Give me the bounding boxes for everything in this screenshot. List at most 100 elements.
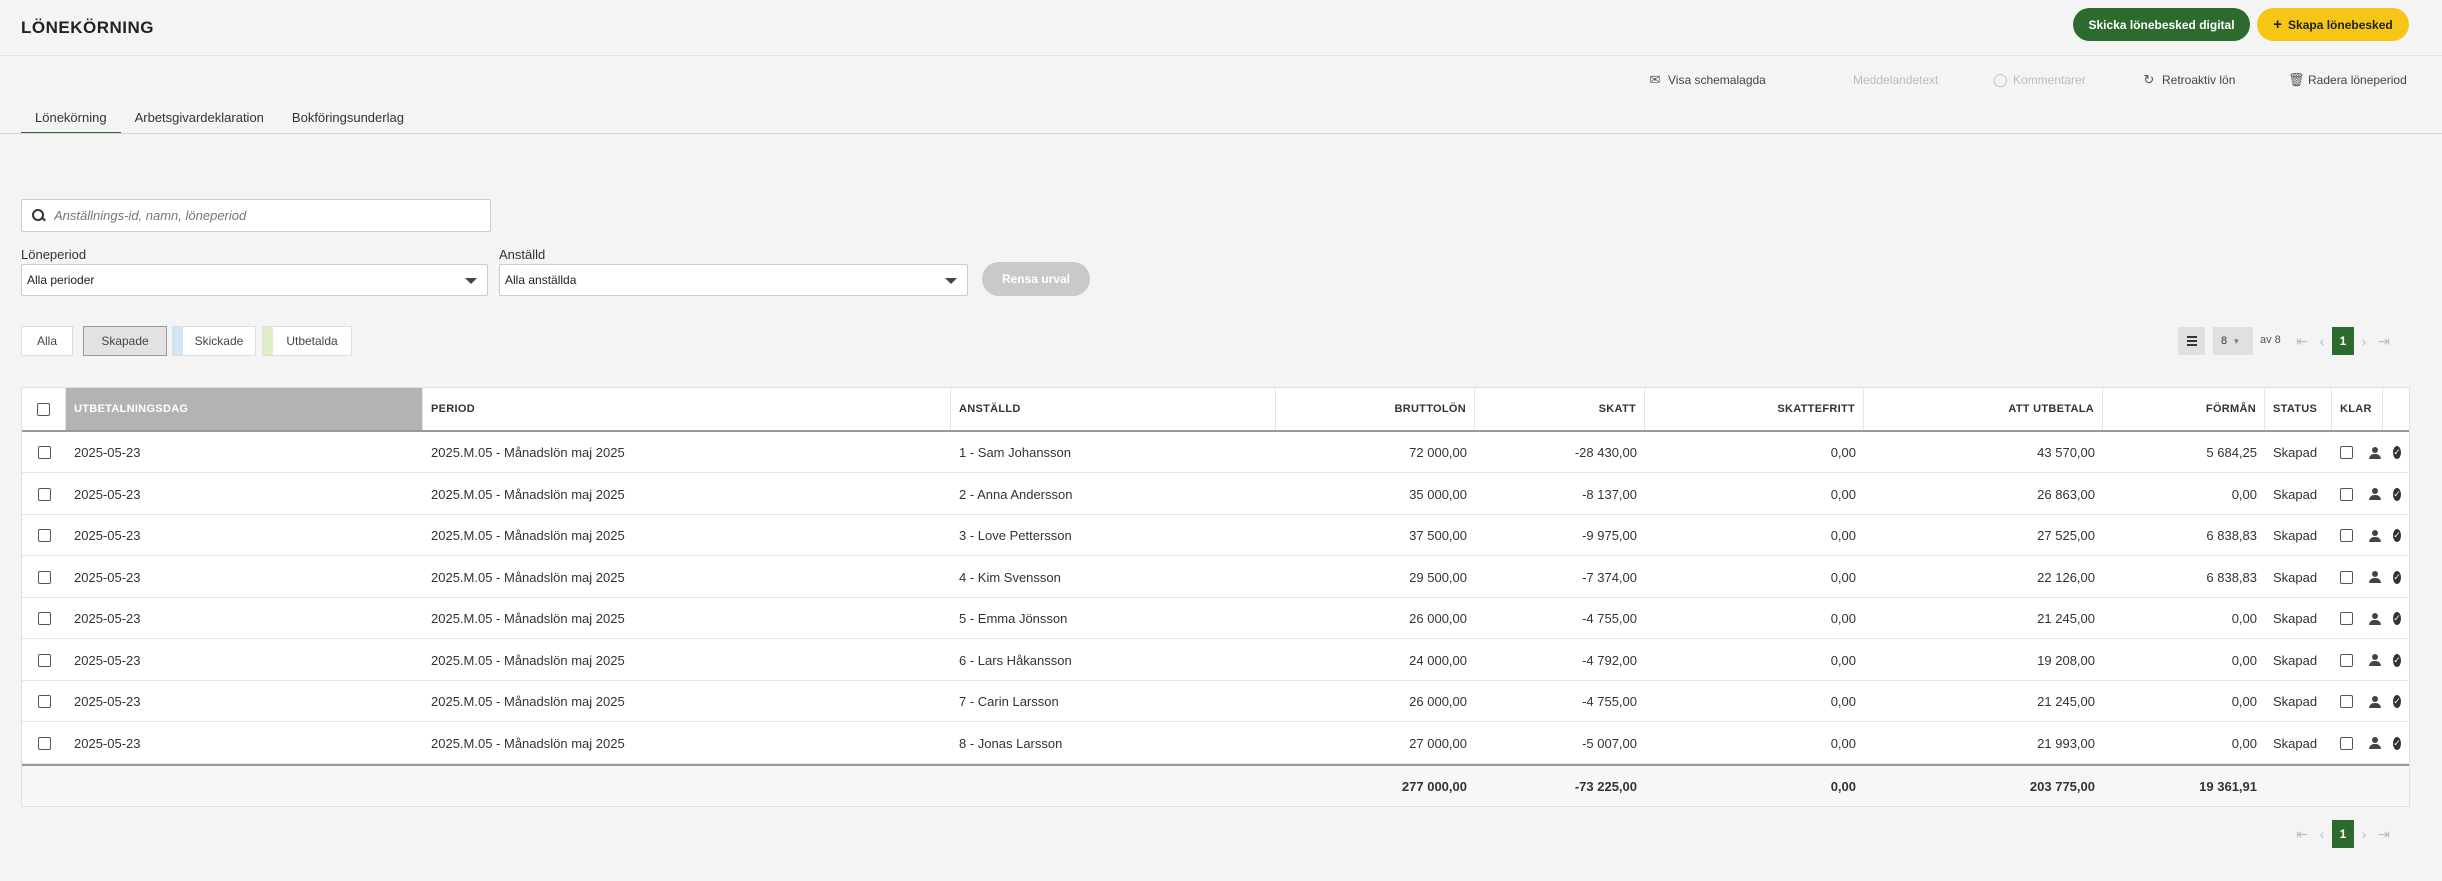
- column-header-net-pay[interactable]: ATT UTBETALA: [1864, 388, 2103, 430]
- done-checkbox[interactable]: [2340, 736, 2353, 750]
- person-icon[interactable]: [2369, 446, 2381, 459]
- taxfree-cell: 0,00: [1830, 569, 1856, 585]
- list-view-button[interactable]: [2178, 327, 2205, 355]
- comment-icon: ◯: [1993, 72, 2008, 87]
- table-row[interactable]: 2025-05-23 2025.M.05 - Månadslön maj 2025…: [22, 598, 2409, 639]
- benefit-cell: 0,00: [2231, 652, 2257, 668]
- check-circle-icon[interactable]: ✓: [2393, 487, 2401, 501]
- person-icon[interactable]: [2369, 488, 2381, 500]
- row-checkbox[interactable]: [37, 446, 51, 459]
- employee-select[interactable]: Alla anställda: [499, 264, 968, 296]
- table-row[interactable]: 2025-05-23 2025.M.05 - Månadslön maj 2025…: [22, 474, 2409, 515]
- approve-cell: ✓: [2385, 474, 2409, 515]
- check-circle-icon[interactable]: ✓: [2393, 736, 2401, 750]
- show-scheduled-action[interactable]: ✉ Visa schemalagda: [1648, 71, 1766, 89]
- row-checkbox[interactable]: [37, 695, 51, 708]
- row-checkbox[interactable]: [37, 529, 51, 542]
- pay-period-select[interactable]: Alla perioder: [21, 264, 488, 296]
- current-page[interactable]: 1: [2332, 327, 2354, 355]
- approve-cell: ✓: [2385, 681, 2409, 722]
- check-circle-icon[interactable]: ✓: [2393, 653, 2401, 667]
- last-page-icon[interactable]: ⇥: [2374, 327, 2394, 355]
- done-checkbox[interactable]: [2340, 446, 2353, 459]
- table-row[interactable]: 2025-05-23 2025.M.05 - Månadslön maj 2025…: [22, 432, 2409, 473]
- employee-cell: 4 - Kim Svensson: [959, 569, 1061, 585]
- row-checkbox[interactable]: [37, 736, 51, 750]
- done-checkbox[interactable]: [2340, 653, 2353, 667]
- benefit-cell: 0,00: [2231, 694, 2257, 709]
- person-icon[interactable]: [2369, 654, 2381, 666]
- delete-pay-period-action[interactable]: 🗑 Radera löneperiod: [2288, 71, 2407, 89]
- row-checkbox[interactable]: [37, 487, 51, 501]
- check-circle-icon[interactable]: ✓: [2393, 695, 2401, 708]
- total-gross: 277 000,00: [1401, 779, 1467, 794]
- prev-page-icon[interactable]: ‹: [2312, 327, 2332, 355]
- payout-date-cell: 2025-05-23: [74, 486, 141, 502]
- tab-accounting-basis[interactable]: Bokföringsunderlag: [278, 100, 418, 134]
- taxfree-cell: 0,00: [1830, 445, 1856, 460]
- table-row[interactable]: 2025-05-23 2025.M.05 - Månadslön maj 2025…: [22, 515, 2409, 556]
- column-header-benefit[interactable]: FÖRMÅN: [2103, 388, 2265, 430]
- done-checkbox[interactable]: [2340, 612, 2353, 625]
- filter-chip-sent[interactable]: Skickade: [172, 326, 256, 356]
- next-page-icon[interactable]: ›: [2354, 820, 2374, 848]
- table-row[interactable]: 2025-05-23 2025.M.05 - Månadslön maj 2025…: [22, 557, 2409, 598]
- next-page-icon[interactable]: ›: [2354, 327, 2374, 355]
- clear-selection-button[interactable]: Rensa urval: [982, 262, 1090, 296]
- person-icon[interactable]: [2369, 737, 2381, 749]
- tab-payroll-run[interactable]: Lönekörning: [21, 100, 121, 134]
- payout-date-cell: 2025-05-23: [74, 735, 141, 751]
- done-checkbox[interactable]: [2340, 487, 2353, 501]
- chip-label: Skickade: [194, 334, 244, 348]
- per-page-select[interactable]: 8 ▾: [2213, 327, 2253, 355]
- gross-cell: 26 000,00: [1409, 694, 1467, 709]
- first-page-icon[interactable]: ⇤: [2292, 820, 2312, 848]
- column-header-taxfree[interactable]: SKATTEFRITT: [1645, 388, 1864, 430]
- benefit-cell: 0,00: [2231, 486, 2257, 502]
- current-page[interactable]: 1: [2332, 820, 2354, 848]
- row-checkbox[interactable]: [37, 612, 51, 625]
- delete-pay-period-label: Radera löneperiod: [2308, 73, 2407, 87]
- table-row[interactable]: 2025-05-23 2025.M.05 - Månadslön maj 2025…: [22, 681, 2409, 722]
- person-icon[interactable]: [2369, 529, 2381, 542]
- column-header-status[interactable]: STATUS: [2265, 388, 2332, 430]
- first-page-icon[interactable]: ⇤: [2292, 327, 2312, 355]
- gross-cell: 37 500,00: [1409, 528, 1467, 543]
- tab-employer-declaration[interactable]: Arbetsgivardeklaration: [121, 100, 278, 134]
- done-checkbox[interactable]: [2340, 529, 2353, 542]
- check-circle-icon[interactable]: ✓: [2393, 612, 2401, 625]
- row-checkbox[interactable]: [37, 653, 51, 667]
- filter-chip-created[interactable]: Skapade: [83, 326, 167, 356]
- table-row[interactable]: 2025-05-23 2025.M.05 - Månadslön maj 2025…: [22, 640, 2409, 681]
- retroactive-pay-action[interactable]: ↻ Retroaktiv lön: [2142, 71, 2236, 89]
- done-checkbox[interactable]: [2340, 695, 2353, 708]
- filter-chip-paid[interactable]: Utbetalda: [262, 326, 352, 356]
- person-icon[interactable]: [2369, 695, 2381, 708]
- search-input[interactable]: [54, 208, 474, 223]
- column-header-period[interactable]: PERIOD: [423, 388, 951, 430]
- person-icon[interactable]: [2369, 612, 2381, 625]
- tax-cell: -4 755,00: [1582, 694, 1637, 709]
- filter-chip-all[interactable]: Alla: [21, 326, 73, 356]
- column-header-employee[interactable]: ANSTÄLLD: [951, 388, 1276, 430]
- check-circle-icon[interactable]: ✓: [2393, 529, 2401, 542]
- period-cell: 2025.M.05 - Månadslön maj 2025: [431, 652, 625, 668]
- check-circle-icon[interactable]: ✓: [2393, 570, 2401, 584]
- person-icon[interactable]: [2369, 571, 2381, 583]
- row-checkbox[interactable]: [37, 570, 51, 584]
- column-header-done[interactable]: KLAR: [2332, 388, 2383, 430]
- prev-page-icon[interactable]: ‹: [2312, 820, 2332, 848]
- select-all-checkbox[interactable]: [37, 402, 50, 416]
- column-header-gross[interactable]: BRUTTOLÖN: [1276, 388, 1475, 430]
- column-header-tax[interactable]: SKATT: [1475, 388, 1645, 430]
- last-page-icon[interactable]: ⇥: [2374, 820, 2394, 848]
- employee-link-cell: [2361, 557, 2385, 598]
- send-digital-payslip-button[interactable]: Skicka lönebesked digital: [2073, 8, 2250, 41]
- column-header-payout-date[interactable]: UTBETALNINGSDAG: [66, 388, 423, 430]
- create-payslip-button[interactable]: + Skapa lönebesked: [2257, 8, 2409, 41]
- done-checkbox[interactable]: [2340, 570, 2353, 584]
- comments-action[interactable]: ◯ Kommentarer: [1993, 71, 2086, 89]
- message-text-action[interactable]: Meddelandetext: [1853, 71, 1938, 89]
- table-row[interactable]: 2025-05-23 2025.M.05 - Månadslön maj 2025…: [22, 723, 2409, 764]
- check-circle-icon[interactable]: ✓: [2393, 446, 2401, 459]
